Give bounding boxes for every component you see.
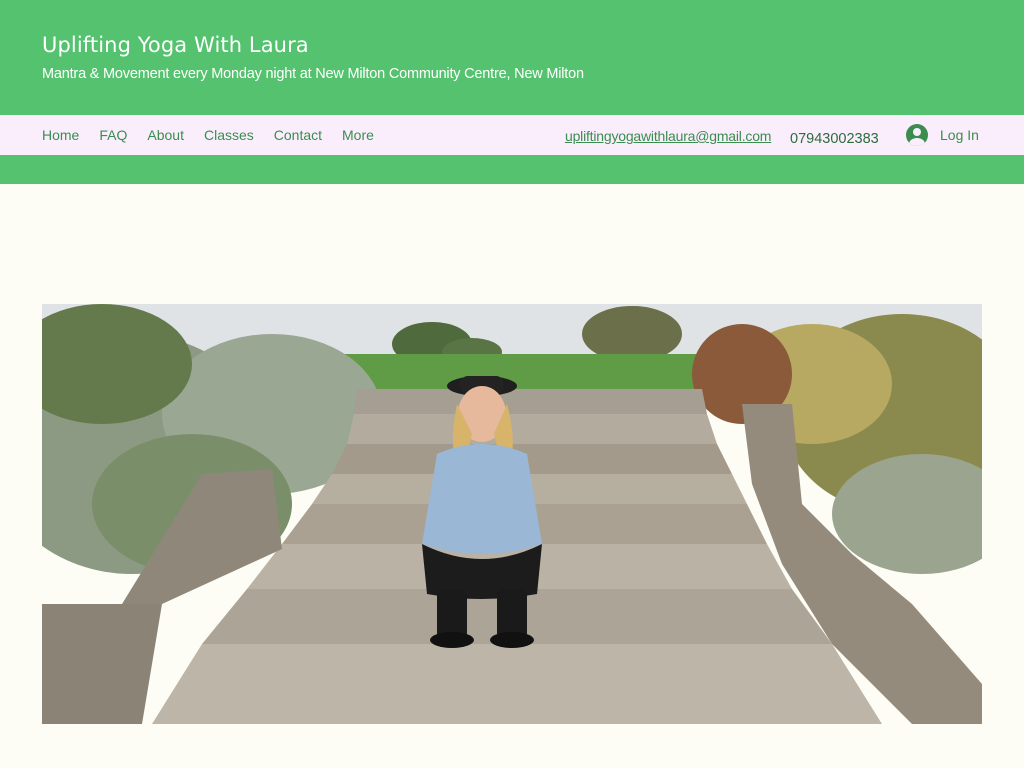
account-avatar-icon [906, 124, 928, 146]
login-button[interactable]: Log In [906, 124, 979, 146]
site-tagline: Mantra & Movement every Monday night at … [42, 66, 584, 82]
nav-item-home[interactable]: Home [42, 127, 79, 143]
nav-item-contact[interactable]: Contact [274, 127, 322, 143]
nav-item-about[interactable]: About [147, 127, 184, 143]
header-band [0, 155, 1024, 184]
nav-item-faq[interactable]: FAQ [99, 127, 127, 143]
login-label: Log In [940, 127, 979, 143]
main-menu: Home FAQ About Classes Contact More [42, 127, 394, 143]
nav-item-classes[interactable]: Classes [204, 127, 254, 143]
hero-image [42, 304, 982, 724]
site-title[interactable]: Uplifting Yoga With Laura [42, 33, 309, 57]
phone-number[interactable]: 07943002383 [790, 127, 886, 152]
nav-item-more[interactable]: More [342, 127, 374, 143]
email-link[interactable]: upliftingyogawithlaura@gmail.com [565, 128, 771, 144]
site-header: Uplifting Yoga With Laura Mantra & Movem… [0, 0, 1024, 115]
